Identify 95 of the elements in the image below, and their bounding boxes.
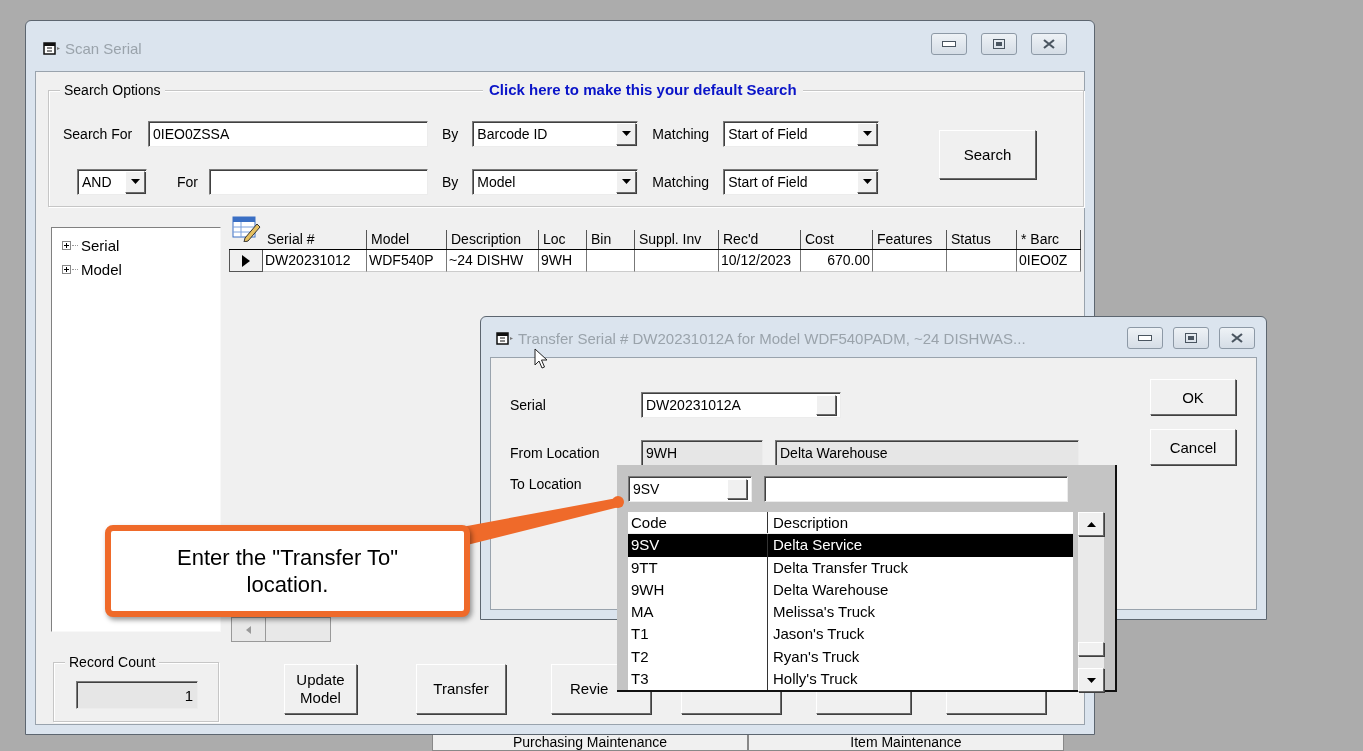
minimize-button[interactable] xyxy=(931,33,967,55)
table-cell: 9WH xyxy=(539,250,587,272)
table-cell: 10/12/2023 xyxy=(719,250,801,272)
table-cell: 0IEO0Z xyxy=(1017,250,1081,272)
description-field[interactable] xyxy=(764,476,1068,502)
scroll-down-icon xyxy=(1086,677,1096,683)
group-label: Record Count xyxy=(65,654,160,670)
close-icon xyxy=(1230,333,1244,343)
lookup-row[interactable]: 9TT Delta Transfer Truck xyxy=(628,556,1073,579)
column-header[interactable]: Serial # xyxy=(263,230,367,249)
caret-icon xyxy=(621,179,631,184)
minimize-icon xyxy=(1138,335,1152,341)
expand-icon[interactable] xyxy=(62,264,71,274)
search-button[interactable]: Search xyxy=(939,130,1036,179)
from-description-field: Delta Warehouse xyxy=(775,440,1079,466)
column-header[interactable]: Cost xyxy=(801,230,873,249)
horizontal-scrollbar[interactable] xyxy=(231,617,331,642)
column-header: Description xyxy=(772,513,849,533)
column-header[interactable]: Loc xyxy=(539,230,587,249)
table-cell xyxy=(587,250,635,272)
matching-label: Matching xyxy=(652,125,710,142)
column-header[interactable]: Rec'd xyxy=(719,230,801,249)
table-cell: WDF540P xyxy=(367,250,447,272)
tab[interactable]: Item Maintenance xyxy=(748,735,1064,751)
serial-label: Serial xyxy=(510,397,547,413)
cancel-button[interactable]: Cancel xyxy=(1150,429,1236,465)
matching-dropdown[interactable]: Start of Field xyxy=(723,168,880,195)
column-header[interactable]: Model xyxy=(367,230,447,249)
action-button[interactable]: Update Model xyxy=(284,664,357,714)
row-selector[interactable] xyxy=(229,250,263,272)
tree-item[interactable]: Model xyxy=(81,260,122,278)
scroll-up-icon xyxy=(1086,521,1096,527)
for-label: For xyxy=(177,173,199,190)
column-header[interactable]: Suppl. Inv xyxy=(635,230,719,249)
record-count-field: 1 xyxy=(76,681,198,709)
caret-icon xyxy=(130,179,140,184)
from-code-field: 9WH xyxy=(641,440,763,466)
close-button[interactable] xyxy=(1031,33,1067,55)
field-dropdown[interactable]: Model xyxy=(472,168,639,195)
app-icon xyxy=(43,41,61,55)
search-input[interactable] xyxy=(209,168,428,195)
scroll-thumb[interactable] xyxy=(1078,642,1104,656)
search-for-label: Search For xyxy=(63,125,134,142)
column-header: Code xyxy=(628,512,768,534)
serial-field[interactable]: DW20231012A xyxy=(641,392,841,418)
column-header[interactable]: Bin xyxy=(587,230,635,249)
dialog-title: Transfer Serial # DW20231012A for Model WDF540PADM, ~24 DISHWAS... xyxy=(518,329,1026,347)
maximize-icon xyxy=(1185,333,1197,343)
lookup-row[interactable]: MA Melissa's Truck xyxy=(628,601,1073,624)
group-label: Search Options xyxy=(60,82,165,98)
action-button[interactable]: Transfer xyxy=(416,664,506,714)
table-cell: ~24 DISHW xyxy=(447,250,539,272)
table-cell: 670.00 xyxy=(801,250,873,272)
maximize-button[interactable] xyxy=(1173,327,1209,349)
table-cell: DW20231012 xyxy=(263,250,367,272)
cursor-icon xyxy=(534,348,548,370)
operator-dropdown[interactable]: AND xyxy=(77,168,147,195)
default-search-link[interactable]: Click here to make this your default Search xyxy=(483,81,803,98)
tab[interactable]: Purchasing Maintenance xyxy=(432,735,748,751)
lookup-row[interactable]: 9SV Delta Service xyxy=(628,534,1073,557)
minimize-button[interactable] xyxy=(1127,327,1163,349)
column-header[interactable]: Features xyxy=(873,230,947,249)
maximize-button[interactable] xyxy=(981,33,1017,55)
by-label: By xyxy=(442,173,459,190)
column-header[interactable]: Status xyxy=(947,230,1017,249)
matching-dropdown[interactable]: Start of Field xyxy=(723,120,880,147)
close-icon xyxy=(1042,39,1056,49)
column-header[interactable]: * Barc xyxy=(1017,230,1081,249)
by-label: By xyxy=(442,125,459,142)
lookup-row[interactable]: T1 Jason's Truck xyxy=(628,623,1073,646)
search-input[interactable]: 0IEO0ZSSA xyxy=(148,120,428,147)
tree-item[interactable]: Serial xyxy=(81,236,120,254)
caret-icon xyxy=(862,131,872,136)
caret-icon xyxy=(621,131,631,136)
current-row-icon xyxy=(242,254,250,267)
window-title: Scan Serial xyxy=(65,39,142,57)
close-button[interactable] xyxy=(1219,327,1255,349)
field-dropdown[interactable]: Barcode ID xyxy=(472,120,639,147)
callout-note: Enter the "Transfer To" location. xyxy=(105,525,470,617)
minimize-icon xyxy=(942,41,956,47)
expand-icon[interactable] xyxy=(62,240,71,250)
edit-grid-icon[interactable] xyxy=(231,216,261,242)
to-location-label: To Location xyxy=(510,476,583,492)
table-cell xyxy=(947,250,1017,272)
app-icon xyxy=(496,331,514,345)
vertical-scrollbar[interactable] xyxy=(1078,512,1104,692)
column-header[interactable]: Description xyxy=(447,230,539,249)
caret-icon xyxy=(862,179,872,184)
lookup-row[interactable]: 9WH Delta Warehouse xyxy=(628,578,1073,602)
from-location-label: From Location xyxy=(510,445,601,461)
matching-label: Matching xyxy=(652,173,710,190)
ok-button[interactable]: OK xyxy=(1150,379,1236,415)
code-field[interactable]: 9SV xyxy=(628,476,752,502)
maximize-icon xyxy=(993,39,1005,49)
scroll-left-icon xyxy=(246,625,251,634)
